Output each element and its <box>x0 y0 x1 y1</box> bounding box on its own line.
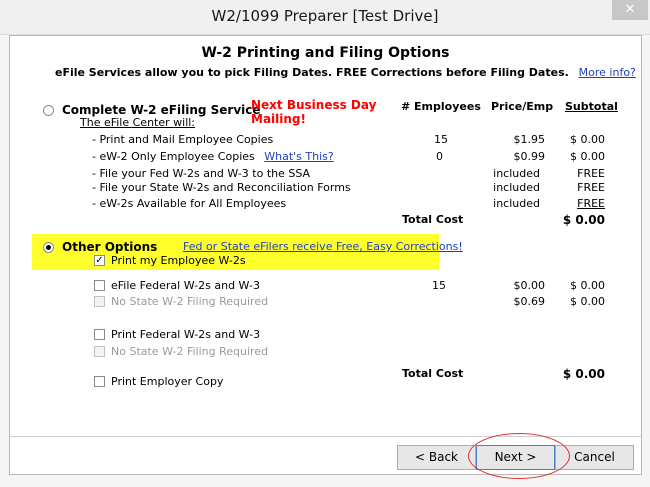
row-print-mail-price: $1.95 <box>513 133 546 146</box>
whats-this-link[interactable]: What's This? <box>264 150 333 163</box>
no-state-checkbox-1 <box>94 296 105 307</box>
row-ew2-available-price: included <box>493 197 540 210</box>
row-fed-ssa-subtotal: FREE <box>577 167 605 180</box>
row-ew2-text: - eW-2 Only Employee Copies <box>92 150 255 163</box>
row-fed-ssa-price: included <box>493 167 540 180</box>
no-state-label-2: No State W-2 Filing Required <box>111 345 269 358</box>
efile-federal-subtotal: $ 0.00 <box>570 279 605 292</box>
print-employer-label[interactable]: Print Employer Copy <box>111 375 223 388</box>
no-state-checkbox-2 <box>94 346 105 357</box>
no-state-subtotal-1: $ 0.00 <box>570 295 605 308</box>
col-price: Price/Emp <box>491 100 554 113</box>
efile-federal-employees: 15 <box>432 279 446 292</box>
promo-next-day: Next Business Day <box>251 98 377 112</box>
other-total-value: $ 0.00 <box>562 367 605 381</box>
efile-service-radio[interactable] <box>43 105 54 116</box>
row-state-price: included <box>493 181 540 194</box>
row-ew2-label: - eW-2 Only Employee Copies What's This? <box>92 150 334 163</box>
page-subtitle: eFile Services allow you to pick Filing … <box>55 66 636 79</box>
efile-federal-checkbox[interactable] <box>94 280 105 291</box>
efile-service-label[interactable]: Complete W-2 eFiling Service <box>62 103 261 117</box>
row-ew2-price: $0.99 <box>513 150 546 163</box>
efile-center-label: The eFile Center will: <box>80 116 196 129</box>
title-bar: W2/1099 Preparer [Test Drive] ✕ <box>0 0 650 35</box>
other-options-label[interactable]: Other Options <box>62 240 157 254</box>
efile-federal-label[interactable]: eFile Federal W-2s and W-3 <box>111 279 260 292</box>
efile-total-label: Total Cost <box>402 213 464 226</box>
more-info-link[interactable]: More info? <box>579 66 636 79</box>
row-print-mail-subtotal: $ 0.00 <box>570 133 605 146</box>
efile-federal-price: $0.00 <box>513 279 546 292</box>
window-title: W2/1099 Preparer [Test Drive] <box>211 7 439 25</box>
subtitle-text: eFile Services allow you to pick Filing … <box>55 66 569 79</box>
row-print-mail-employees: 15 <box>434 133 448 146</box>
page-title: W-2 Printing and Filing Options <box>201 45 450 61</box>
col-employees: # Employees <box>401 100 481 113</box>
print-employee-checkbox[interactable]: ✓ <box>94 255 105 266</box>
row-state-subtotal: FREE <box>577 181 605 194</box>
no-state-price-1: $0.69 <box>513 295 546 308</box>
row-ew2-employees: 0 <box>436 150 443 163</box>
promo-mailing: Mailing! <box>251 112 306 126</box>
row-ew2-available-label: - eW-2s Available for All Employees <box>92 197 287 210</box>
print-federal-checkbox[interactable] <box>94 329 105 340</box>
print-federal-label[interactable]: Print Federal W-2s and W-3 <box>111 328 260 341</box>
free-corrections-link[interactable]: Fed or State eFilers receive Free, Easy … <box>183 240 463 253</box>
print-employee-label[interactable]: Print my Employee W-2s <box>111 254 246 267</box>
options-panel: W-2 Printing and Filing Options eFile Se… <box>9 35 642 479</box>
row-fed-ssa-label: - File your Fed W-2s and W-3 to the SSA <box>92 167 311 180</box>
efile-total-value: $ 0.00 <box>562 213 605 227</box>
col-subtotal: Subtotal <box>565 100 618 113</box>
row-ew2-subtotal: $ 0.00 <box>570 150 605 163</box>
other-total-label: Total Cost <box>402 367 464 380</box>
close-button[interactable]: ✕ <box>612 0 648 20</box>
other-options-radio[interactable] <box>43 242 54 253</box>
row-print-mail-label: - Print and Mail Employee Copies <box>92 133 274 146</box>
no-state-label-1: No State W-2 Filing Required <box>111 295 269 308</box>
print-employer-checkbox[interactable] <box>94 376 105 387</box>
next-highlight-annotation <box>468 433 570 479</box>
row-ew2-available-subtotal: FREE <box>577 197 605 210</box>
close-icon: ✕ <box>624 2 636 17</box>
back-button[interactable]: < Back <box>397 445 476 470</box>
row-state-label: - File your State W-2s and Reconciliatio… <box>92 181 351 194</box>
